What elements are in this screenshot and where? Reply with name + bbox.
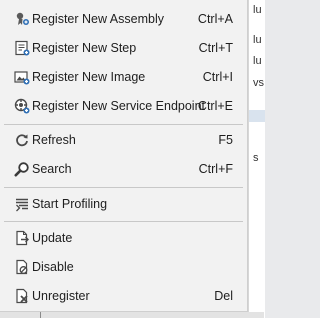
background-text: s [253, 152, 259, 164]
background-window: lu lu lu vs s [248, 0, 265, 318]
menu-item-label: Update [32, 231, 73, 245]
background-divider [40, 312, 41, 318]
menu-item-unregister[interactable]: Unregister Del [0, 283, 247, 309]
menu-item-label: Register New Assembly [32, 12, 164, 26]
menu-item-shortcut: Ctrl+E [197, 99, 233, 113]
menu-item-register-new-image[interactable]: Register New Image Ctrl+I [0, 64, 247, 90]
background-text: lu [253, 34, 262, 46]
disable-icon [14, 259, 30, 275]
background-text: lu [253, 55, 262, 67]
refresh-icon [14, 132, 30, 148]
menu-separator [4, 221, 243, 222]
menu-item-label: Register New Image [32, 70, 146, 84]
menu-item-register-new-service-endpoint[interactable]: Register New Service Endpoint Ctrl+E [0, 93, 247, 119]
menu-item-shortcut: Ctrl+I [202, 70, 233, 84]
menu-item-label: Search [32, 162, 72, 176]
menu-item-search[interactable]: Search Ctrl+F [0, 156, 247, 182]
register-endpoint-icon [14, 98, 30, 114]
register-image-icon [14, 69, 30, 85]
menu-item-shortcut: Ctrl+T [198, 41, 233, 55]
update-icon [14, 230, 30, 246]
menu-item-label: Register New Step [32, 41, 137, 55]
menu-item-disable[interactable]: Disable [0, 254, 247, 280]
menu-item-label: Unregister [32, 289, 90, 303]
menu-item-label: Disable [32, 260, 74, 274]
menu-separator [4, 124, 243, 125]
background-bottom-strip [0, 312, 264, 318]
unregister-icon [14, 288, 30, 304]
menu-item-label: Register New Service Endpoint [32, 99, 205, 113]
background-selection-bar [249, 110, 265, 122]
menu-item-start-profiling[interactable]: Start Profiling [0, 191, 247, 217]
menu-item-shortcut: Ctrl+A [197, 12, 233, 26]
background-text: vs [253, 77, 264, 89]
menu-item-label: Refresh [32, 133, 76, 147]
menu-item-update[interactable]: Update [0, 225, 247, 251]
register-assembly-icon [14, 11, 30, 27]
menu-item-refresh[interactable]: Refresh F5 [0, 127, 247, 153]
background-text: lu [253, 4, 262, 16]
register-step-icon [14, 40, 30, 56]
context-menu: Register New Assembly Ctrl+A Register Ne… [0, 0, 248, 312]
menu-item-shortcut: Ctrl+F [198, 162, 233, 176]
menu-item-shortcut: Del [214, 289, 233, 303]
search-icon [14, 161, 30, 177]
menu-item-label: Start Profiling [32, 197, 108, 211]
menu-item-register-new-step[interactable]: Register New Step Ctrl+T [0, 35, 247, 61]
profiling-icon [14, 196, 30, 212]
menu-item-register-new-assembly[interactable]: Register New Assembly Ctrl+A [0, 6, 247, 32]
menu-separator [4, 187, 243, 188]
menu-item-shortcut: F5 [218, 133, 233, 147]
